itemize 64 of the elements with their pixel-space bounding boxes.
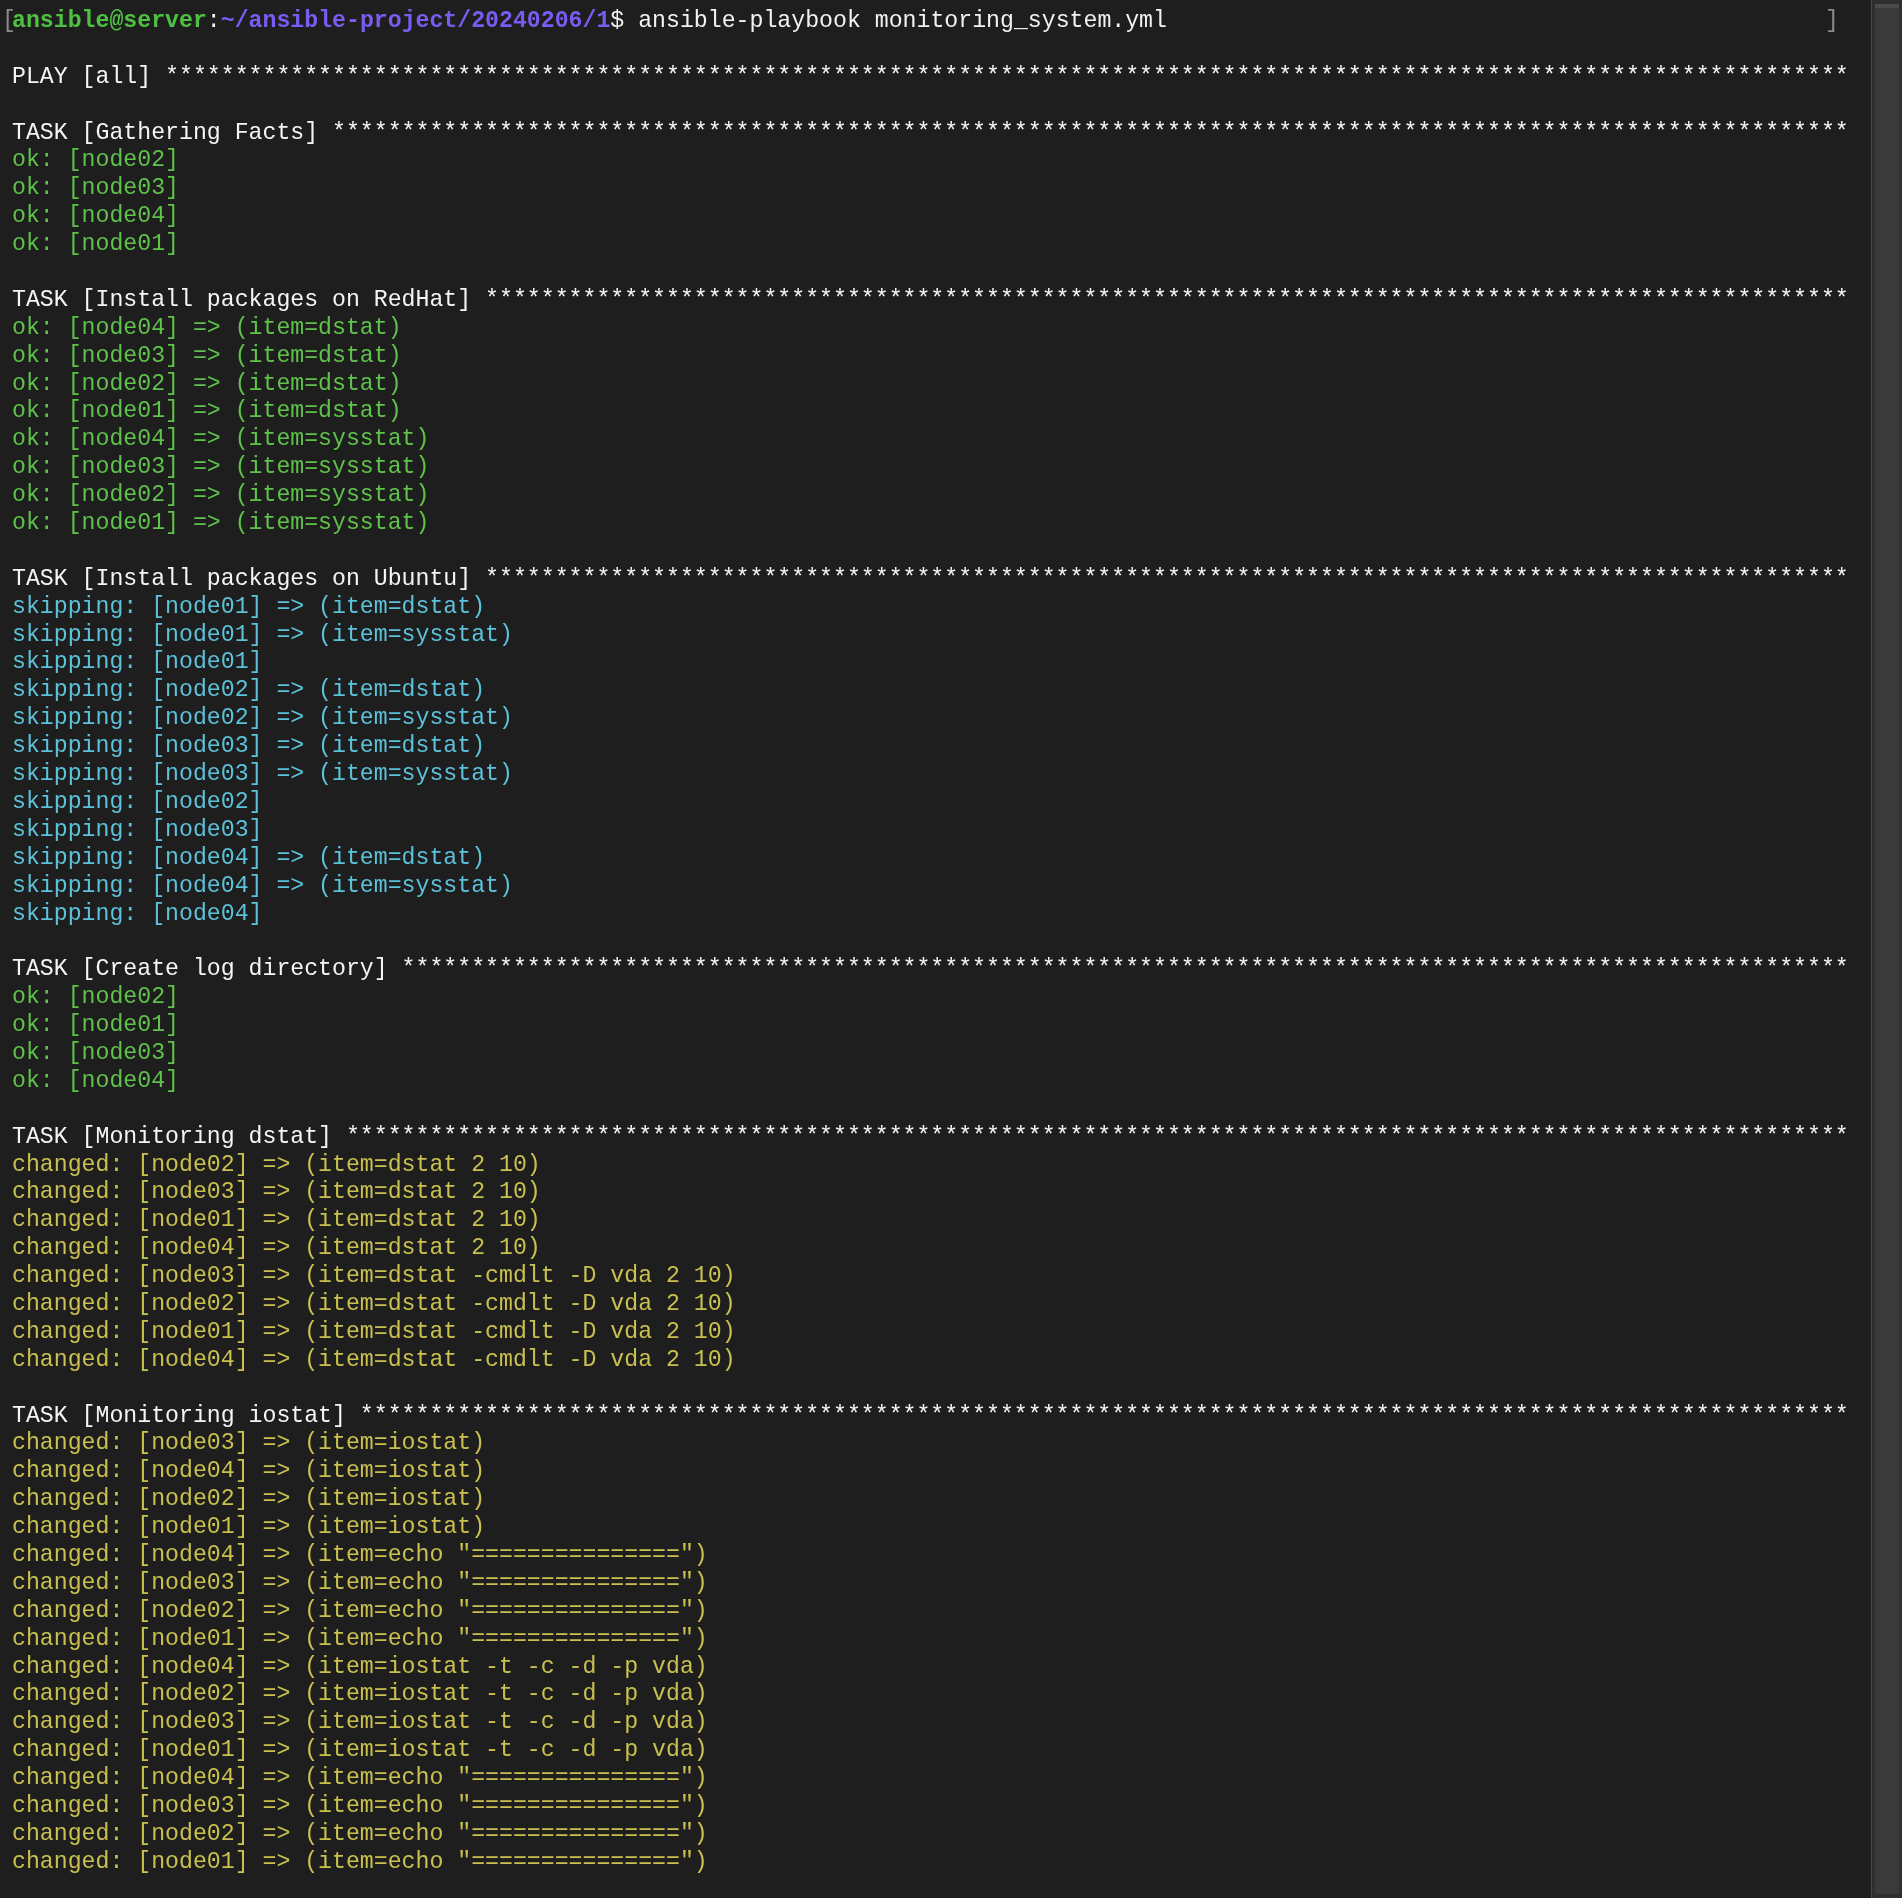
command-text: $ ansible-playbook monitoring_system.yml <box>610 8 1167 36</box>
task-result-line: ok: [node01] => (item=sysstat) <box>12 510 430 538</box>
task-result-line: changed: [node03] => (item=iostat) <box>12 1430 486 1459</box>
task-header: TASK [Monitoring dstat] ************************************************************************************************************ <box>12 1123 1849 1152</box>
task-result-line: changed: [node04] => (item=echo "===============") <box>12 1542 708 1570</box>
task-result-line: changed: [node02] => (item=iostat -t -c -d -p vda) <box>12 1681 708 1710</box>
task-header: TASK [Gathering Facts] ************************************************************************************************************* <box>12 119 1849 148</box>
task-result-line: changed: [node01] => (item=echo "===============") <box>12 1848 708 1877</box>
task-result-line: ok: [node01] <box>12 1012 179 1040</box>
prompt-mark: ] <box>1825 8 1839 36</box>
task-result-line: ok: [node04] <box>12 1067 179 1096</box>
task-result-line: ok: [node02] <box>12 984 179 1013</box>
task-result-line: changed: [node03] => (item=dstat -cmdlt -D vda 2 10) <box>12 1263 736 1291</box>
task-result-line: skipping: [node04] => (item=dstat) <box>12 844 486 873</box>
task-result-line: changed: [node04] => (item=echo "===============") <box>12 1765 708 1793</box>
task-result-line: ok: [node02] => (item=dstat) <box>12 370 402 399</box>
task-result-line: skipping: [node02] => (item=dstat) <box>12 677 486 706</box>
task-result-line: changed: [node01] => (item=dstat -cmdlt -D vda 2 10) <box>12 1318 736 1347</box>
task-result-line: ok: [node01] <box>12 231 179 259</box>
task-result-line: skipping: [node02] => (item=sysstat) <box>12 705 513 734</box>
task-result-line: changed: [node03] => (item=dstat 2 10) <box>12 1179 541 1208</box>
task-result-line: ok: [node03] <box>12 1039 179 1068</box>
task-result-line: skipping: [node01] => (item=dstat) <box>12 593 486 622</box>
task-result-line: changed: [node02] => (item=echo "===============") <box>12 1820 708 1849</box>
task-result-line: ok: [node04] => (item=dstat) <box>12 314 402 343</box>
task-result-line: ok: [node01] => (item=dstat) <box>12 398 402 427</box>
task-result-line: ok: [node04] => (item=sysstat) <box>12 426 430 455</box>
task-result-line: ok: [node04] <box>12 203 179 232</box>
task-result-line: changed: [node04] => (item=dstat -cmdlt -D vda 2 10) <box>12 1346 736 1375</box>
prompt-separator: : <box>206 8 221 36</box>
task-result-line: skipping: [node03] => (item=sysstat) <box>12 761 513 789</box>
task-result-line: changed: [node04] => (item=dstat 2 10) <box>12 1235 541 1264</box>
task-result-line: changed: [node01] => (item=iostat -t -c -d -p vda) <box>12 1737 708 1766</box>
task-result-line: ok: [node03] => (item=dstat) <box>12 342 402 371</box>
scrollbar[interactable] <box>1871 0 1902 1898</box>
task-result-line: changed: [node02] => (item=iostat) <box>12 1486 486 1515</box>
task-result-line: changed: [node04] => (item=iostat -t -c -d -p vda) <box>12 1653 708 1682</box>
task-result-line: changed: [node03] => (item=iostat -t -c -d -p vda) <box>12 1709 708 1738</box>
task-result-line: changed: [node02] => (item=dstat 2 10) <box>12 1151 541 1180</box>
task-header: TASK [Create log directory] ******************************************************************************************************** <box>12 956 1849 985</box>
prompt-path: ~/ansible-project/20240206/1 <box>220 8 611 36</box>
task-result-line: changed: [node04] => (item=iostat) <box>12 1458 486 1487</box>
task-result-line: skipping: [node01] <box>12 649 263 678</box>
task-header: TASK [Monitoring iostat] *********************************************************************************************************** <box>12 1402 1849 1431</box>
task-result-line: changed: [node01] => (item=iostat) <box>12 1514 486 1542</box>
task-result-line: skipping: [node04] <box>12 900 263 929</box>
task-result-line: changed: [node01] => (item=dstat 2 10) <box>12 1207 541 1236</box>
task-result-line: ok: [node02] => (item=sysstat) <box>12 482 430 511</box>
task-result-line: changed: [node02] => (item=echo "===============") <box>12 1597 708 1626</box>
task-header: PLAY [all] ************************************************************************************************************************* <box>12 63 1849 92</box>
task-result-line: ok: [node02] <box>12 147 179 176</box>
task-result-line: skipping: [node01] => (item=sysstat) <box>12 621 513 650</box>
task-result-line: changed: [node01] => (item=echo "===============") <box>12 1625 708 1654</box>
task-result-line: changed: [node03] => (item=echo "===============") <box>12 1569 708 1598</box>
task-header: TASK [Install packages on Ubuntu] ************************************************************************************************** <box>12 565 1849 594</box>
task-result-line: changed: [node02] => (item=dstat -cmdlt -D vda 2 10) <box>12 1290 736 1319</box>
task-header: TASK [Install packages on RedHat] ************************************************************************************************** <box>12 286 1849 315</box>
task-result-line: skipping: [node02] <box>12 788 263 817</box>
task-result-line: skipping: [node03] => (item=dstat) <box>12 733 486 762</box>
task-result-line: skipping: [node04] => (item=sysstat) <box>12 872 513 901</box>
task-result-line: ok: [node03] => (item=sysstat) <box>12 454 430 483</box>
task-result-line: changed: [node03] => (item=echo "===============") <box>12 1793 708 1821</box>
task-result-line: skipping: [node03] <box>12 816 263 845</box>
task-result-line: ok: [node03] <box>12 175 179 204</box>
